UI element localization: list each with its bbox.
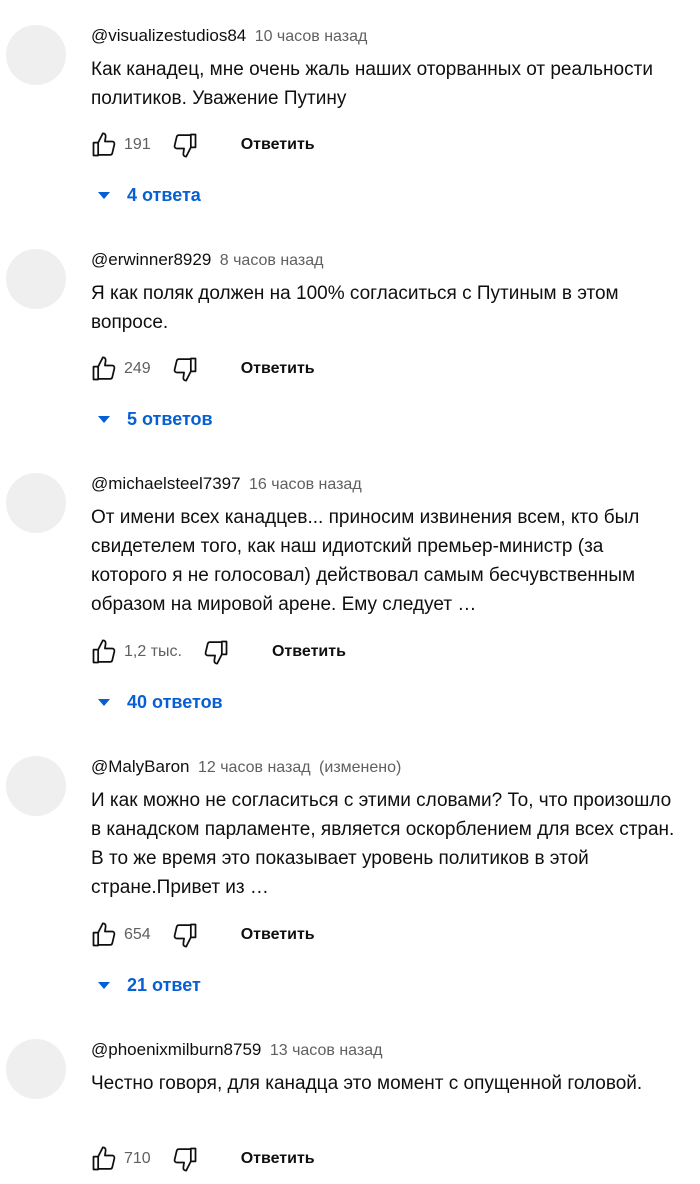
avatar[interactable] (6, 756, 66, 816)
avatar[interactable] (6, 473, 66, 533)
reply-button[interactable]: Ответить (241, 360, 315, 378)
dislike-button[interactable] (169, 1143, 201, 1175)
comment-toolbar: 191 Ответить (88, 128, 315, 162)
replies-toggle[interactable]: 40 ответов (98, 684, 223, 720)
comment-author[interactable]: @erwinner8929 (91, 250, 211, 269)
comment-text: От имени всех канадцев... приносим извин… (91, 507, 640, 615)
chevron-down-icon (98, 981, 110, 989)
thumb-down-icon (173, 133, 197, 158)
like-count: 710 (124, 1150, 151, 1167)
thumb-down-icon (173, 923, 197, 948)
comment-time[interactable]: 12 часов назад (198, 759, 311, 776)
avatar[interactable] (6, 249, 66, 309)
reply-button[interactable]: Ответить (241, 136, 315, 154)
comment-header: @phoenixmilburn8759 13 часов назад (91, 1039, 684, 1061)
comment-toolbar: 654 Ответить (88, 918, 315, 952)
comment-body: @erwinner8929 8 часов назад Я как поляк … (91, 249, 684, 337)
comment-header: @visualizestudios84 10 часов назад (91, 25, 684, 47)
replies-count: 4 ответа (127, 184, 201, 205)
comment-body: @visualizestudios84 10 часов назад Как к… (91, 25, 684, 113)
like-button[interactable] (88, 1143, 120, 1175)
comment-body: @michaelsteel7397 16 часов назад От имен… (91, 473, 684, 619)
avatar[interactable] (6, 1039, 66, 1099)
comment-time[interactable]: 16 часов назад (249, 476, 362, 493)
thumb-up-icon (92, 1146, 116, 1171)
chevron-down-icon (98, 191, 110, 199)
comment-time[interactable]: 8 часов назад (220, 252, 324, 269)
comment-text: И как можно не согласиться с этими слова… (91, 790, 675, 898)
dislike-button[interactable] (169, 353, 201, 385)
replies-toggle[interactable]: 4 ответа (98, 177, 201, 213)
comments-list: @visualizestudios84 10 часов назад Как к… (0, 0, 700, 1184)
comment-body: @MalyBaron 12 часов назад (изменено) И к… (91, 756, 684, 902)
replies-count: 40 ответов (127, 691, 223, 712)
reply-button[interactable]: Ответить (241, 926, 315, 944)
comment-author[interactable]: @MalyBaron (91, 757, 190, 776)
comment-text: Как канадец, мне очень жаль наших оторва… (91, 59, 653, 109)
replies-count: 5 ответов (127, 408, 213, 429)
replies-count: 21 ответ (127, 974, 201, 995)
comment-text: Честно говоря, для канадца это момент с … (91, 1073, 643, 1094)
comment-time[interactable]: 13 часов назад (270, 1042, 383, 1059)
edited-label: (изменено) (319, 759, 402, 776)
chevron-down-icon (98, 415, 110, 423)
comment-time[interactable]: 10 часов назад (255, 28, 368, 45)
comment-toolbar: 249 Ответить (88, 352, 315, 386)
comment-text: Я как поляк должен на 100% согласиться с… (91, 283, 619, 333)
dislike-button[interactable] (169, 919, 201, 951)
like-count: 191 (124, 136, 151, 153)
replies-toggle[interactable]: 5 ответов (98, 401, 213, 437)
thumb-down-icon (204, 640, 228, 665)
comment-toolbar: 710 Ответить (88, 1142, 315, 1176)
thumb-up-icon (92, 922, 116, 947)
reply-button[interactable]: Ответить (272, 643, 346, 661)
like-button[interactable] (88, 636, 120, 668)
like-count: 249 (124, 360, 151, 377)
like-button[interactable] (88, 353, 120, 385)
comment-author[interactable]: @visualizestudios84 (91, 26, 246, 45)
like-count: 1,2 тыс. (124, 643, 182, 660)
like-count: 654 (124, 926, 151, 943)
dislike-button[interactable] (169, 129, 201, 161)
thumb-down-icon (173, 357, 197, 382)
thumb-down-icon (173, 1147, 197, 1172)
comment-body: @phoenixmilburn8759 13 часов назад Честн… (91, 1039, 684, 1127)
thumb-up-icon (92, 356, 116, 381)
replies-toggle[interactable]: 21 ответ (98, 967, 201, 1003)
like-button[interactable] (88, 129, 120, 161)
like-button[interactable] (88, 919, 120, 951)
comment-author[interactable]: @michaelsteel7397 (91, 474, 241, 493)
comment-header: @erwinner8929 8 часов назад (91, 249, 684, 271)
avatar[interactable] (6, 25, 66, 85)
comment-toolbar: 1,2 тыс. Ответить (88, 635, 346, 669)
chevron-down-icon (98, 698, 110, 706)
comment-header: @michaelsteel7397 16 часов назад (91, 473, 684, 495)
comment-author[interactable]: @phoenixmilburn8759 (91, 1040, 261, 1059)
thumb-up-icon (92, 132, 116, 157)
reply-button[interactable]: Ответить (241, 1150, 315, 1168)
dislike-button[interactable] (200, 636, 232, 668)
thumb-up-icon (92, 639, 116, 664)
comment-header: @MalyBaron 12 часов назад (изменено) (91, 756, 684, 778)
